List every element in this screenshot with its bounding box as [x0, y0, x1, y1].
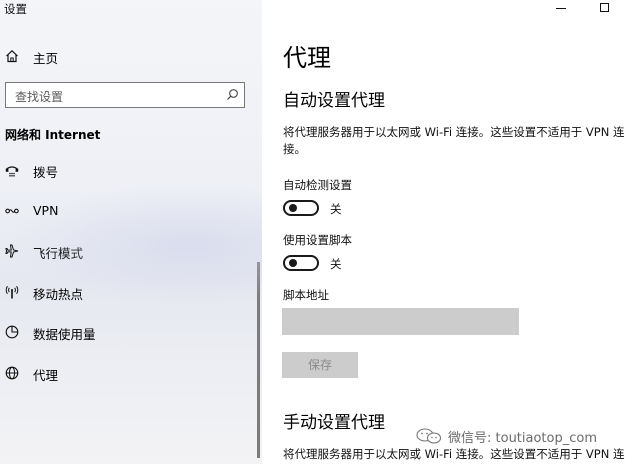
sidebar-item-label: 代理 [33, 368, 59, 383]
settings-window: 设置 主页 查找设置 网络和 Internet 拨号 VPN 飞行模式 移动热点… [0, 0, 640, 464]
minimize-button[interactable] [546, 0, 576, 18]
watermark: 微信号: toutiaotop_com [414, 426, 597, 446]
sidebar-item-label: 飞行模式 [33, 246, 84, 261]
search-placeholder: 查找设置 [15, 90, 64, 104]
watermark-text: 微信号: toutiaotop_com [448, 430, 597, 446]
sidebar-item-mobile-hotspot[interactable]: 移动热点 [0, 277, 258, 307]
manual-proxy-heading: 手动设置代理 [283, 413, 385, 433]
wechat-icon [416, 428, 442, 444]
sidebar-item-label: VPN [33, 203, 59, 218]
manual-proxy-description: 将代理服务器用于以太网或 Wi-Fi 连接。这些设置不适用于 VPN 连接。 [283, 447, 625, 461]
sidebar-item-data-usage[interactable]: 数据使用量 [0, 317, 258, 347]
use-script-label: 使用设置脚本 [283, 233, 352, 247]
sidebar-home-label: 主页 [33, 51, 59, 66]
toggle-knob [289, 204, 297, 212]
sidebar: 设置 主页 查找设置 网络和 Internet 拨号 VPN 飞行模式 移动热点… [0, 0, 262, 464]
vpn-icon [5, 208, 19, 214]
airplane-icon [5, 244, 19, 258]
use-script-state: 关 [330, 257, 342, 271]
sidebar-home[interactable]: 主页 [0, 46, 262, 66]
page-title: 代理 [283, 44, 331, 72]
app-title: 设置 [4, 2, 27, 16]
sidebar-item-label: 拨号 [33, 165, 59, 180]
sidebar-item-proxy[interactable]: 代理 [0, 358, 258, 388]
script-address-label: 脚本地址 [283, 288, 329, 302]
auto-proxy-heading: 自动设置代理 [283, 91, 385, 111]
save-button[interactable]: 保存 [282, 352, 358, 378]
sidebar-section-title: 网络和 Internet [5, 128, 101, 142]
sidebar-item-dialup[interactable]: 拨号 [0, 155, 258, 185]
maximize-icon [600, 3, 609, 12]
proxy-globe-icon [5, 366, 19, 380]
sidebar-item-airplane-mode[interactable]: 飞行模式 [0, 236, 258, 266]
dialup-icon [5, 166, 19, 177]
sidebar-item-vpn[interactable]: VPN [0, 196, 258, 226]
search-icon[interactable] [226, 88, 239, 101]
minimize-icon [556, 8, 566, 9]
maximize-button[interactable] [590, 0, 620, 18]
search-input[interactable]: 查找设置 [5, 82, 245, 108]
auto-detect-toggle[interactable] [283, 200, 319, 216]
data-usage-icon [5, 325, 19, 339]
auto-detect-label: 自动检测设置 [283, 178, 352, 192]
content-pane: 代理 自动设置代理 将代理服务器用于以太网或 Wi-Fi 连接。这些设置不适用于… [262, 0, 640, 464]
auto-proxy-description: 将代理服务器用于以太网或 Wi-Fi 连接。这些设置不适用于 VPN 连接。 [283, 125, 625, 156]
script-address-input[interactable] [282, 308, 519, 335]
sidebar-scrollbar[interactable] [257, 262, 260, 458]
auto-detect-state: 关 [330, 202, 342, 216]
use-script-toggle[interactable] [283, 255, 319, 271]
hotspot-icon [5, 285, 19, 299]
sidebar-item-label: 数据使用量 [33, 327, 96, 342]
toggle-knob [289, 259, 297, 267]
sidebar-item-label: 移动热点 [33, 287, 84, 302]
home-icon [6, 49, 18, 63]
